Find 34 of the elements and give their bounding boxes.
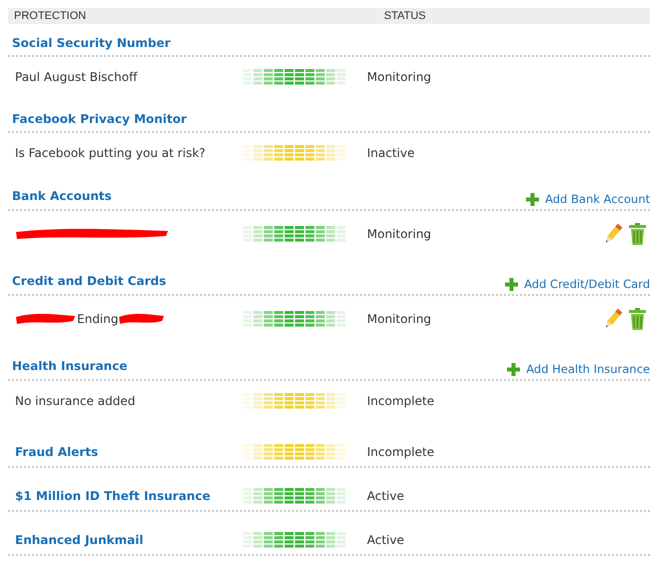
item-label: Ending: [77, 311, 118, 328]
pencil-icon[interactable]: [603, 308, 623, 330]
section-title: Fraud Alerts: [15, 444, 100, 461]
plus-icon: [507, 362, 520, 376]
status-text: Active: [367, 488, 406, 505]
status-text: Monitoring: [367, 69, 432, 86]
add-link[interactable]: Add Bank Account: [526, 192, 650, 206]
column-header: STATUS: [384, 10, 427, 22]
status-text: Incomplete: [367, 444, 436, 461]
column-header: PROTECTION: [14, 10, 88, 22]
plus-icon: [526, 192, 540, 206]
redaction-mark: [15, 311, 77, 327]
pencil-icon[interactable]: [603, 223, 623, 245]
section-title: Social Security Number: [12, 35, 170, 52]
status-text: Monitoring: [367, 226, 432, 243]
section-title: Health Insurance: [12, 358, 128, 375]
section-title: Credit and Debit Cards: [12, 273, 166, 290]
plus-icon: [505, 278, 518, 290]
item-label: Paul August Bischoff: [15, 69, 138, 86]
section-title: $1 Million ID Theft Insurance: [15, 488, 212, 505]
trash-icon[interactable]: [629, 308, 646, 330]
add-link[interactable]: Add Credit/Debit Card: [505, 277, 650, 291]
trash-icon[interactable]: [629, 223, 646, 245]
redaction-mark: [118, 311, 166, 327]
section-title: Bank Accounts: [12, 188, 112, 205]
status-text: Active: [367, 532, 406, 549]
status-text: Incomplete: [367, 393, 436, 410]
status-text: Inactive: [367, 145, 416, 162]
status-text: Monitoring: [367, 311, 432, 328]
item-label: Is Facebook putting you at risk?: [15, 145, 206, 162]
add-link[interactable]: Add Health Insurance: [507, 362, 650, 376]
section-title: Enhanced Junkmail: [15, 532, 144, 549]
item-label: No insurance added: [15, 393, 136, 410]
section-title: Facebook Privacy Monitor: [12, 111, 187, 128]
